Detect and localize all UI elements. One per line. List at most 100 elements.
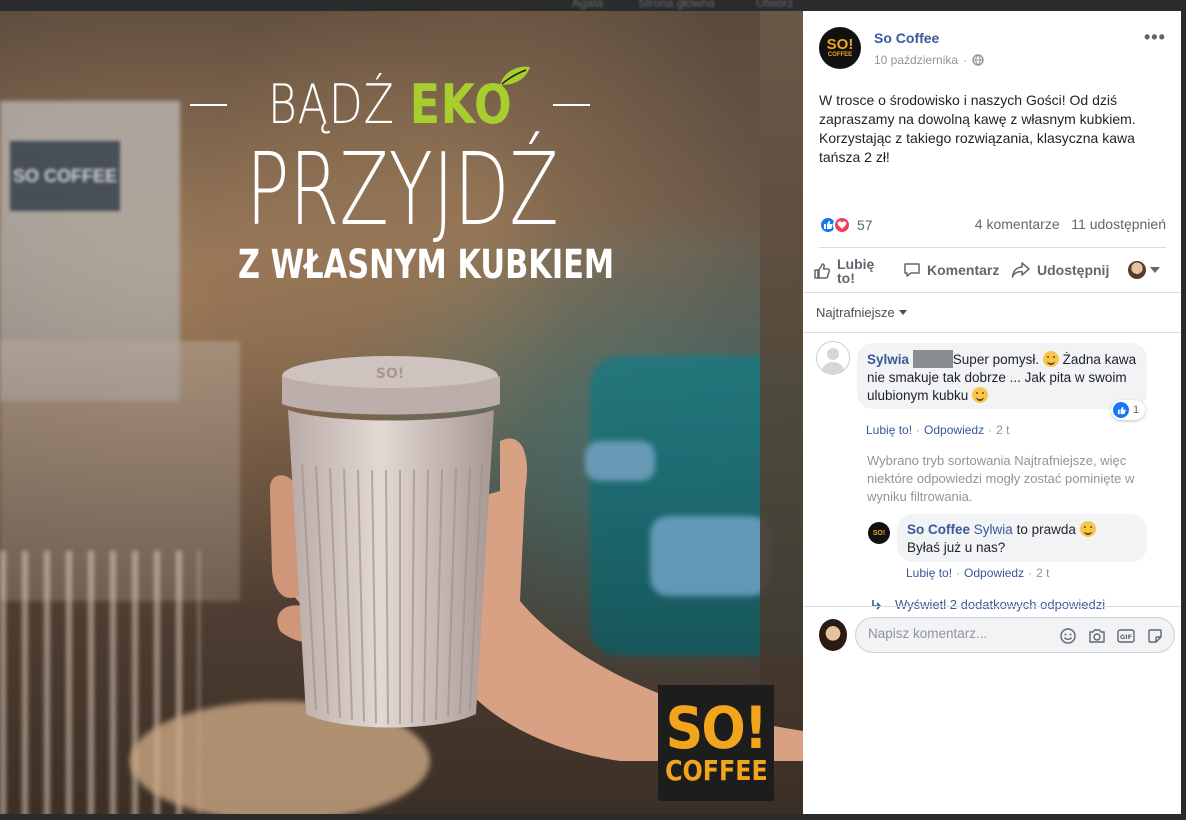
svg-text:GIF: GIF — [1120, 633, 1132, 641]
comment-composer: GIF — [819, 617, 1177, 657]
comment-reaction-badge[interactable]: 1 — [1111, 400, 1146, 420]
sticker-icon[interactable] — [1146, 627, 1164, 645]
logo-coffee: COFFEE — [664, 754, 768, 787]
headline-eko-text: BĄDŹ EKO — [268, 73, 513, 136]
wink-emoji-icon — [972, 387, 989, 403]
commenter-avatar[interactable] — [816, 341, 850, 375]
comment-meta: Lubię to! · Odpowiedz · 2 t — [866, 423, 1009, 437]
sort-label: Najtrafniejsze — [816, 305, 895, 320]
comments-shares-counts: 4 komentarze 11 udostępnień — [975, 216, 1166, 232]
dot-separator: · — [988, 423, 993, 437]
headline-dash — [190, 103, 227, 106]
headline-accent: EKO — [409, 73, 513, 136]
svg-text:SO!: SO! — [376, 366, 404, 382]
post-date-text: 10 października — [874, 53, 959, 67]
comment-sort-dropdown[interactable]: Najtrafniejsze — [816, 305, 907, 320]
avatar-text: SO! — [826, 35, 854, 53]
share-arrow-icon — [1011, 262, 1030, 278]
logo-so: SO! — [665, 694, 768, 762]
comment-like-count: 1 — [1133, 404, 1140, 416]
gif-icon[interactable]: GIF — [1117, 627, 1135, 645]
nav-create[interactable]: Utwórz — [756, 0, 793, 10]
reply-reply-link[interactable]: Odpowiedz — [964, 566, 1024, 580]
avatar-body — [821, 362, 845, 374]
reply-text-part2: Byłaś już u nas? — [907, 540, 1006, 555]
comment-button[interactable]: Komentarz — [903, 261, 999, 279]
page-name-link[interactable]: So Coffee — [874, 30, 939, 46]
reply-bubble: So Coffee Sylwia to prawda Byłaś już u n… — [897, 514, 1147, 562]
divider — [819, 247, 1166, 248]
emoji-icon[interactable] — [1059, 627, 1077, 645]
post-actions: Lubię to! Komentarz Udostępnij — [813, 255, 1168, 287]
divider — [803, 292, 1181, 293]
wink-emoji-icon — [1042, 351, 1059, 367]
current-user-avatar[interactable] — [819, 619, 847, 651]
window-edge — [0, 814, 1186, 820]
love-reaction-icon — [833, 216, 851, 234]
post-as-selector[interactable] — [1128, 261, 1160, 279]
dot-separator: · — [1028, 566, 1033, 580]
comment-bubble: Sylwia Super pomysł. Żadna kawa nie smak… — [857, 343, 1147, 409]
caret-down-icon — [1150, 267, 1160, 273]
comment-input[interactable] — [868, 626, 1048, 641]
share-button-label: Udostępnij — [1037, 262, 1110, 278]
headline-prefix: BĄDŹ — [267, 73, 395, 136]
reusable-cup-illustration: SO! — [282, 356, 500, 728]
share-button[interactable]: Udostępnij — [1011, 261, 1109, 279]
reply-arrow-icon — [872, 599, 882, 610]
headline-line-2: PRZYJDŹ — [246, 131, 559, 248]
view-more-replies-text: Wyświetl 2 dodatkowych odpowiedzi — [895, 597, 1106, 612]
post-photo[interactable]: SO COFFEE BĄDŹ EKO PRZYJDŹ Z WŁASNYM KUB… — [0, 11, 803, 814]
reaction-count: 57 — [857, 217, 873, 233]
comment-bubble-icon — [904, 263, 920, 277]
comments-count-link[interactable]: 4 komentarze — [975, 216, 1060, 232]
redacted-name — [912, 350, 953, 368]
composer-icons: GIF — [1059, 627, 1164, 645]
smile-emoji-icon — [1079, 521, 1096, 537]
profile-avatar — [1128, 261, 1146, 279]
so-coffee-logo: SO! COFFEE — [658, 685, 774, 801]
like-reaction-icon — [1113, 402, 1129, 418]
reply-author-avatar[interactable]: SO! — [868, 522, 890, 544]
leaf-icon — [500, 66, 530, 85]
reply-like-link[interactable]: Lubię to! — [906, 566, 952, 580]
thumbs-up-icon — [814, 263, 831, 279]
avatar-head — [827, 348, 839, 360]
reply-mention-link[interactable]: Sylwia — [974, 522, 1013, 537]
comment-reply-link[interactable]: Odpowiedz — [924, 423, 984, 437]
comment-author-link[interactable]: Sylwia — [867, 352, 909, 367]
page-avatar[interactable]: SO! COFFEE — [819, 27, 861, 69]
dot-separator: · — [963, 53, 968, 67]
comment-input-box[interactable]: GIF — [855, 617, 1175, 653]
avatar-subtext: COFFEE — [827, 51, 853, 58]
reply-author-link[interactable]: So Coffee — [907, 522, 970, 537]
nav-home[interactable]: Strona główna — [638, 0, 715, 10]
post-timestamp[interactable]: 10 października · — [874, 53, 984, 67]
divider — [803, 332, 1181, 333]
reply-time[interactable]: 2 t — [1036, 566, 1049, 580]
comment-text-part1: Super pomysł. — [952, 352, 1040, 367]
caret-down-icon — [898, 310, 907, 315]
dot-separator: · — [956, 566, 961, 580]
promo-headline: BĄDŹ EKO PRZYJDŹ Z WŁASNYM KUBKIEM — [190, 66, 615, 288]
headline-dash — [553, 103, 590, 106]
more-dots-icon[interactable]: ••• — [1144, 27, 1166, 48]
filter-notice: Wybrano tryb sortowania Najtrafniejsze, … — [867, 453, 1135, 504]
reply-text-part1: to prawda — [1016, 522, 1076, 537]
dot-separator: · — [916, 423, 921, 437]
comment-like-link[interactable]: Lubię to! — [866, 423, 912, 437]
nav-user-name[interactable]: Agata — [572, 0, 603, 10]
view-more-replies-link[interactable]: Wyświetl 2 dodatkowych odpowiedzi — [871, 597, 1105, 612]
headline-line-3: Z WŁASNYM KUBKIEM — [238, 242, 615, 288]
comment-time[interactable]: 2 t — [996, 423, 1009, 437]
camera-icon[interactable] — [1088, 627, 1106, 645]
like-button-label: Lubię to! — [837, 256, 875, 286]
divider — [803, 606, 1181, 607]
shares-count-link[interactable]: 11 udostępnień — [1071, 216, 1166, 232]
comment-button-label: Komentarz — [927, 262, 1000, 278]
like-button[interactable]: Lubię to! — [813, 257, 887, 285]
post-stats: 57 4 komentarze 11 udostępnień — [819, 216, 1166, 236]
reactions-summary[interactable]: 57 — [819, 216, 873, 234]
window-edge — [1181, 0, 1186, 820]
globe-icon — [972, 54, 984, 66]
